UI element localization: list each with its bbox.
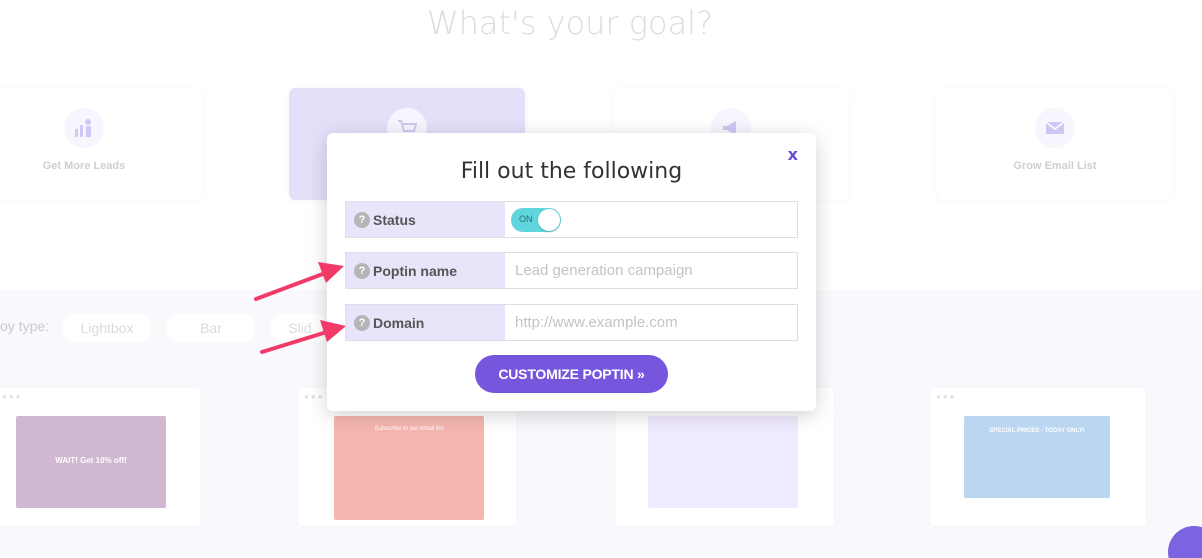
goal-card-leads[interactable]: Get More Leads xyxy=(0,88,202,200)
window-dots: ●●● xyxy=(936,392,957,401)
envelope-icon xyxy=(1035,108,1075,148)
status-row: ? Status ON xyxy=(345,201,798,238)
thumb-red-preview: Subscribe to our email list xyxy=(334,416,484,520)
status-label: ? Status xyxy=(346,202,505,237)
thumb-blue-preview: SPECIAL PRICES - TODAY ONLY! xyxy=(964,416,1110,498)
thumb-special-text: SPECIAL PRICES - TODAY ONLY! xyxy=(989,428,1085,434)
toggle-on-text: ON xyxy=(519,213,533,224)
poptin-name-label: ? Poptin name xyxy=(346,253,505,288)
popup-type-lightbox[interactable]: Lightbox xyxy=(62,314,152,342)
goal-heading: What's your goal? xyxy=(426,4,714,42)
poptin-name-input[interactable] xyxy=(515,262,797,279)
help-icon[interactable]: ? xyxy=(354,211,370,228)
thumb-subscribe-text: Subscribe to our email list xyxy=(374,426,444,432)
popup-type-slide[interactable]: Slid xyxy=(270,314,330,342)
status-field: ON xyxy=(505,202,797,237)
thumb-headline: WAIT! Get 10% off! xyxy=(55,456,127,465)
toggle-knob xyxy=(538,208,560,231)
popup-type-bar[interactable]: Bar xyxy=(166,314,256,342)
domain-row: ? Domain xyxy=(345,304,798,341)
window-dots: ●●● xyxy=(304,392,325,401)
template-thumb-4[interactable]: ●●● SPECIAL PRICES - TODAY ONLY! xyxy=(930,388,1146,526)
help-icon[interactable]: ? xyxy=(354,262,370,279)
help-icon[interactable]: ? xyxy=(354,314,370,331)
poptin-name-label-text: Poptin name xyxy=(373,262,458,279)
window-dots: ●●● xyxy=(2,392,23,401)
status-toggle[interactable]: ON xyxy=(511,207,561,232)
domain-field xyxy=(505,305,797,340)
fill-out-modal: x Fill out the following ? Status ON ? P… xyxy=(327,133,816,411)
customize-poptin-button[interactable]: CUSTOMIZE POPTIN » xyxy=(475,355,668,393)
leads-chart-icon xyxy=(64,108,104,148)
thumb-purple-preview xyxy=(648,416,798,508)
status-label-text: Status xyxy=(373,211,416,228)
goal-label-email: Grow Email List xyxy=(1013,160,1097,172)
goal-label-leads: Get More Leads xyxy=(42,160,126,172)
template-thumb-1[interactable]: ●●● WAIT! Get 10% off! xyxy=(0,388,200,526)
poptin-name-field xyxy=(505,253,797,288)
poptin-name-row: ? Poptin name xyxy=(345,252,798,289)
modal-title: Fill out the following xyxy=(460,159,683,184)
domain-input[interactable] xyxy=(515,314,797,331)
domain-label: ? Domain xyxy=(346,305,505,340)
popup-type-label: oy type: xyxy=(0,318,50,334)
thumb-lightbox-preview: WAIT! Get 10% off! xyxy=(16,416,166,508)
domain-label-text: Domain xyxy=(373,314,425,331)
goal-card-email[interactable]: Grow Email List xyxy=(937,88,1173,200)
